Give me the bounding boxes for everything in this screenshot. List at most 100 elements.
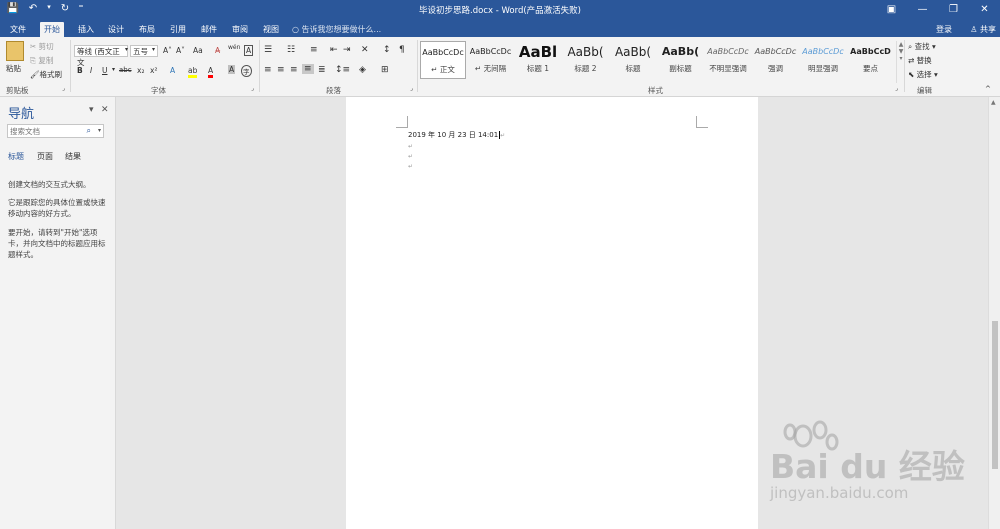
align-left-icon[interactable]: ≡ xyxy=(264,65,272,75)
style-item[interactable]: AaBb(副标题 xyxy=(658,41,704,79)
format-painter-button[interactable]: 🖌格式刷 xyxy=(30,69,62,80)
document-page[interactable]: 2019 年 10 月 23 日 14:01 ↵ ↵ ↵ ↵ xyxy=(346,97,758,529)
phonetic-guide-icon[interactable]: wén xyxy=(228,44,240,51)
select-button[interactable]: ⬉ 选择 ▾ xyxy=(908,69,938,80)
collapse-ribbon-icon[interactable]: ^ xyxy=(985,85,991,93)
styles-gallery: AaBbCcDc ↵ 正文 AaBbCcDc ↵ 无间隔 AaBl 标题 1 AaBb(标题… xyxy=(420,41,896,83)
tab-review[interactable]: 审阅 xyxy=(228,22,252,37)
vertical-scrollbar[interactable]: ▲ xyxy=(988,97,1000,529)
highlight-icon[interactable]: ab xyxy=(188,66,198,78)
style-item[interactable]: AaBb(标题 2 xyxy=(563,41,609,79)
bullets-icon[interactable]: ☰ xyxy=(264,45,272,55)
paragraph-launcher-icon[interactable]: ⌟ xyxy=(410,85,413,92)
shrink-font-icon[interactable]: A˅ xyxy=(176,46,185,55)
enclose-characters-icon[interactable]: 字 xyxy=(241,65,252,77)
copy-button[interactable]: ⎘ 复制 xyxy=(30,55,53,66)
chevron-up-icon[interactable]: ▲ xyxy=(991,99,996,106)
subscript-button[interactable]: x₂ xyxy=(137,66,144,75)
minimize-icon[interactable]: — xyxy=(907,0,938,20)
font-launcher-icon[interactable]: ⌟ xyxy=(251,85,254,92)
nav-search-box[interactable]: ⌕ ▾ xyxy=(7,124,104,138)
chevron-down-icon[interactable]: ▾ xyxy=(125,46,128,53)
style-preview: AaBb( xyxy=(614,45,652,59)
font-name-combo[interactable]: 等线 (西文正文 xyxy=(74,45,128,67)
change-case-icon[interactable]: Aa xyxy=(193,46,203,55)
bold-button[interactable]: B xyxy=(77,66,83,75)
increase-indent-icon[interactable]: ⇥ xyxy=(343,45,351,55)
cut-button[interactable]: ✂ 剪切 xyxy=(30,41,54,52)
document-text-line[interactable]: 2019 年 10 月 23 日 14:01 ↵ xyxy=(408,130,505,140)
character-border-icon[interactable]: A xyxy=(244,45,254,56)
close-icon[interactable]: ✕ xyxy=(101,105,109,115)
sort-icon[interactable]: ↕ xyxy=(383,45,391,55)
nav-help-text-1: 创建文档的交互式大纲。 xyxy=(8,180,91,189)
scrollbar-thumb[interactable] xyxy=(992,321,998,469)
grow-font-icon[interactable]: A˄ xyxy=(163,46,172,55)
style-item[interactable]: AaBbCcD 要点 xyxy=(848,41,894,79)
tab-design[interactable]: 设计 xyxy=(104,22,128,37)
font-size-value: 五号 xyxy=(133,47,148,56)
align-center-icon[interactable]: ≡ xyxy=(277,65,285,75)
search-input[interactable] xyxy=(8,125,86,137)
multilevel-list-icon[interactable]: ≡ xyxy=(310,45,318,55)
tab-references[interactable]: 引用 xyxy=(166,22,190,37)
find-button[interactable]: ⌕ 查找 ▾ xyxy=(908,41,936,52)
editing-group-label: 编辑 xyxy=(917,86,932,95)
borders-icon[interactable]: ⊞ xyxy=(381,65,389,75)
tell-me-box[interactable]: ○ 告诉我您想要做什么... xyxy=(292,22,381,37)
styles-launcher-icon[interactable]: ⌟ xyxy=(895,85,898,92)
chinese-layout-icon[interactable]: ✕ xyxy=(361,45,369,55)
style-item[interactable]: AaBl 标题 1 xyxy=(515,41,561,79)
show-marks-icon[interactable]: ¶ xyxy=(399,45,405,55)
pane-options-icon[interactable]: ▾ xyxy=(89,105,94,115)
distributed-icon[interactable]: ≣ xyxy=(318,65,326,75)
tab-layout[interactable]: 布局 xyxy=(135,22,159,37)
nav-tab-results[interactable]: 结果 xyxy=(65,151,81,162)
replace-button[interactable]: ⇄ 替换 xyxy=(908,55,932,66)
text-effects-icon[interactable]: A xyxy=(170,66,175,75)
nav-tab-pages[interactable]: 页面 xyxy=(37,151,53,162)
clipboard-icon xyxy=(6,41,24,61)
paragraph-mark: ↵ xyxy=(500,132,506,139)
document-title: 毕设初步思路.docx - Word(产品激活失败) xyxy=(419,6,581,16)
chevron-down-icon[interactable]: ▾ xyxy=(98,127,101,134)
justify-icon[interactable]: ≡ xyxy=(302,64,314,74)
strikethrough-button[interactable]: abc xyxy=(119,66,132,74)
close-icon[interactable]: ✕ xyxy=(969,0,1000,20)
character-shading-icon[interactable]: A xyxy=(228,65,236,74)
nav-tab-headings[interactable]: 标题 xyxy=(8,151,24,162)
chevron-down-icon[interactable]: ▾ xyxy=(112,66,115,73)
style-preview: AaBbCcD xyxy=(850,47,891,56)
clear-formatting-icon[interactable]: A̶ xyxy=(215,46,220,55)
tab-view[interactable]: 视图 xyxy=(259,22,283,37)
tab-insert[interactable]: 插入 xyxy=(74,22,98,37)
align-right-icon[interactable]: ≡ xyxy=(290,65,298,75)
maximize-icon[interactable]: ❐ xyxy=(938,0,969,20)
decrease-indent-icon[interactable]: ⇤ xyxy=(330,45,338,55)
tab-home[interactable]: 开始 xyxy=(40,22,64,37)
style-item[interactable]: AaBbCcDc ↵ 正文 xyxy=(420,41,466,79)
style-item[interactable]: AaBbCcDc 不明显强调 xyxy=(705,41,751,79)
paste-button[interactable]: 粘贴 xyxy=(6,63,21,74)
clipboard-launcher-icon[interactable]: ⌟ xyxy=(62,85,65,92)
superscript-button[interactable]: x² xyxy=(150,66,157,75)
paint-bucket-icon[interactable]: ◈ xyxy=(359,65,366,75)
style-item[interactable]: AaBbCcDc ↵ 无间隔 xyxy=(468,41,514,79)
underline-button[interactable]: U xyxy=(102,66,108,75)
numbering-icon[interactable]: ☷ xyxy=(287,45,295,55)
tab-file[interactable]: 文件 xyxy=(6,22,30,37)
ribbon-display-options-icon[interactable]: ▣ xyxy=(876,0,907,20)
line-spacing-icon[interactable]: ↕≡ xyxy=(335,65,350,75)
font-color-icon[interactable]: A xyxy=(208,66,214,78)
style-item[interactable]: AaBbCcDc 强调 xyxy=(753,41,799,79)
style-item[interactable]: AaBbCcDc 明显强调 xyxy=(800,41,846,79)
paragraph-mark: ↵ xyxy=(408,163,414,170)
italic-button[interactable]: I xyxy=(90,66,92,75)
share-button[interactable]: ♙ 共享 xyxy=(970,22,996,37)
search-icon[interactable]: ⌕ xyxy=(87,126,91,136)
style-item[interactable]: AaBb(标题 xyxy=(610,41,656,79)
sign-in-link[interactable]: 登录 xyxy=(936,22,952,37)
tab-mailings[interactable]: 邮件 xyxy=(197,22,221,37)
chevron-down-icon[interactable]: ▾ xyxy=(152,46,155,53)
title-bar: 💾 ↶ ▾ ↻ ⁼ 毕设初步思路.docx - Word(产品激活失败) ▣ —… xyxy=(0,0,1000,20)
